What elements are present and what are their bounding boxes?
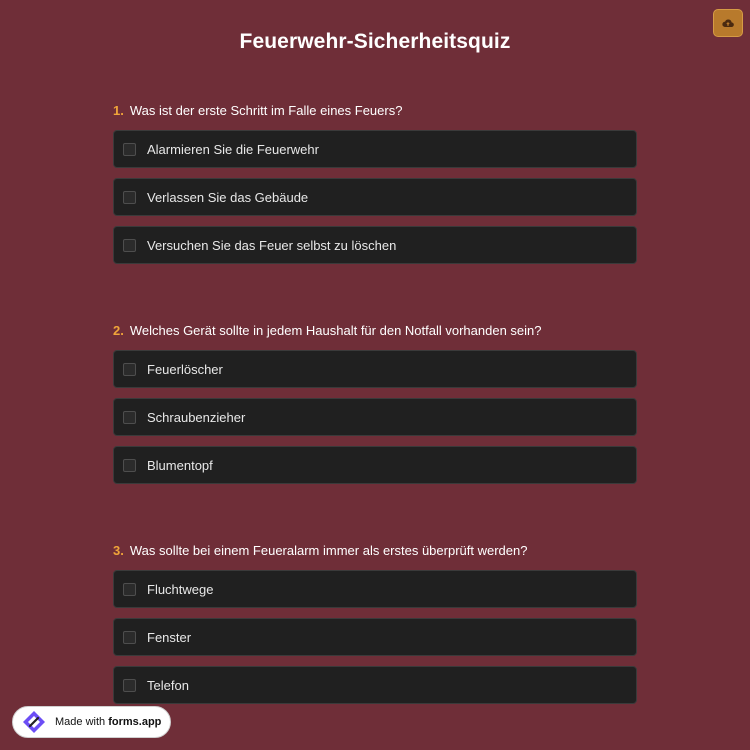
question-3: 3. Was sollte bei einem Feueralarm immer …: [113, 542, 637, 714]
question-heading: 3. Was sollte bei einem Feueralarm immer …: [113, 542, 637, 560]
checkbox[interactable]: [123, 458, 136, 472]
option-label: Blumentopf: [147, 457, 213, 473]
option-label: Telefon: [147, 677, 189, 693]
option-checkbox[interactable]: Fenster: [113, 618, 637, 656]
option-label: Fluchtwege: [147, 581, 214, 597]
badge-prefix: Made with: [55, 716, 106, 728]
badge-brand: forms.app: [108, 716, 162, 728]
option-checkbox[interactable]: Versuchen Sie das Feuer selbst zu lösche…: [113, 226, 637, 264]
question-number: 3.: [113, 543, 124, 558]
option-checkbox[interactable]: Verlassen Sie das Gebäude: [113, 178, 637, 216]
made-with-badge[interactable]: Made with forms.app: [12, 706, 171, 738]
question-heading: 1. Was ist der erste Schritt im Falle ein…: [113, 102, 637, 120]
question-text: Was sollte bei einem Feueralarm immer al…: [129, 543, 528, 558]
option-checkbox[interactable]: Alarmieren Sie die Feuerwehr: [113, 130, 637, 168]
checkbox[interactable]: [123, 190, 136, 204]
question-text: Was ist der erste Schritt im Falle eines…: [129, 103, 403, 118]
option-list: Feuerlöscher Schraubenzieher Blumentopf: [113, 350, 637, 484]
option-label: Fenster: [147, 629, 192, 645]
question-text: Welches Gerät sollte in jedem Haushalt f…: [129, 323, 542, 338]
option-checkbox[interactable]: Feuerlöscher: [113, 350, 637, 388]
question-heading: 2. Welches Gerät sollte in jedem Haushalt…: [113, 322, 637, 340]
option-label: Verlassen Sie das Gebäude: [147, 189, 309, 205]
option-label: Alarmieren Sie die Feuerwehr: [147, 141, 319, 157]
page-title: Feuerwehr-Sicherheitsquiz: [239, 30, 511, 53]
forms-app-logo-icon: [23, 711, 45, 733]
question-number: 2.: [113, 323, 124, 338]
option-list: Fluchtwege Fenster Telefon: [113, 570, 637, 704]
question-number: 1.: [113, 103, 124, 118]
option-list: Alarmieren Sie die Feuerwehr Verlassen S…: [113, 130, 637, 264]
checkbox[interactable]: [123, 238, 136, 252]
checkbox[interactable]: [123, 678, 136, 692]
option-label: Schraubenzieher: [147, 409, 246, 425]
quiz-page: Feuerwehr-Sicherheitsquiz 1. Was ist der …: [0, 0, 750, 750]
question-2: 2. Welches Gerät sollte in jedem Haushalt…: [113, 322, 637, 494]
option-checkbox[interactable]: Blumentopf: [113, 446, 637, 484]
option-label: Versuchen Sie das Feuer selbst zu lösche…: [147, 237, 397, 253]
cloud-upload-icon: [722, 19, 734, 28]
checkbox[interactable]: [123, 410, 136, 424]
option-label: Feuerlöscher: [147, 361, 223, 377]
badge-text: Made with forms.app: [55, 716, 161, 728]
checkbox[interactable]: [123, 630, 136, 644]
option-checkbox[interactable]: Schraubenzieher: [113, 398, 637, 436]
checkbox[interactable]: [123, 362, 136, 376]
checkbox[interactable]: [123, 582, 136, 596]
option-checkbox[interactable]: Fluchtwege: [113, 570, 637, 608]
checkbox[interactable]: [123, 142, 136, 156]
question-1: 1. Was ist der erste Schritt im Falle ein…: [113, 102, 637, 274]
option-checkbox[interactable]: Telefon: [113, 666, 637, 704]
